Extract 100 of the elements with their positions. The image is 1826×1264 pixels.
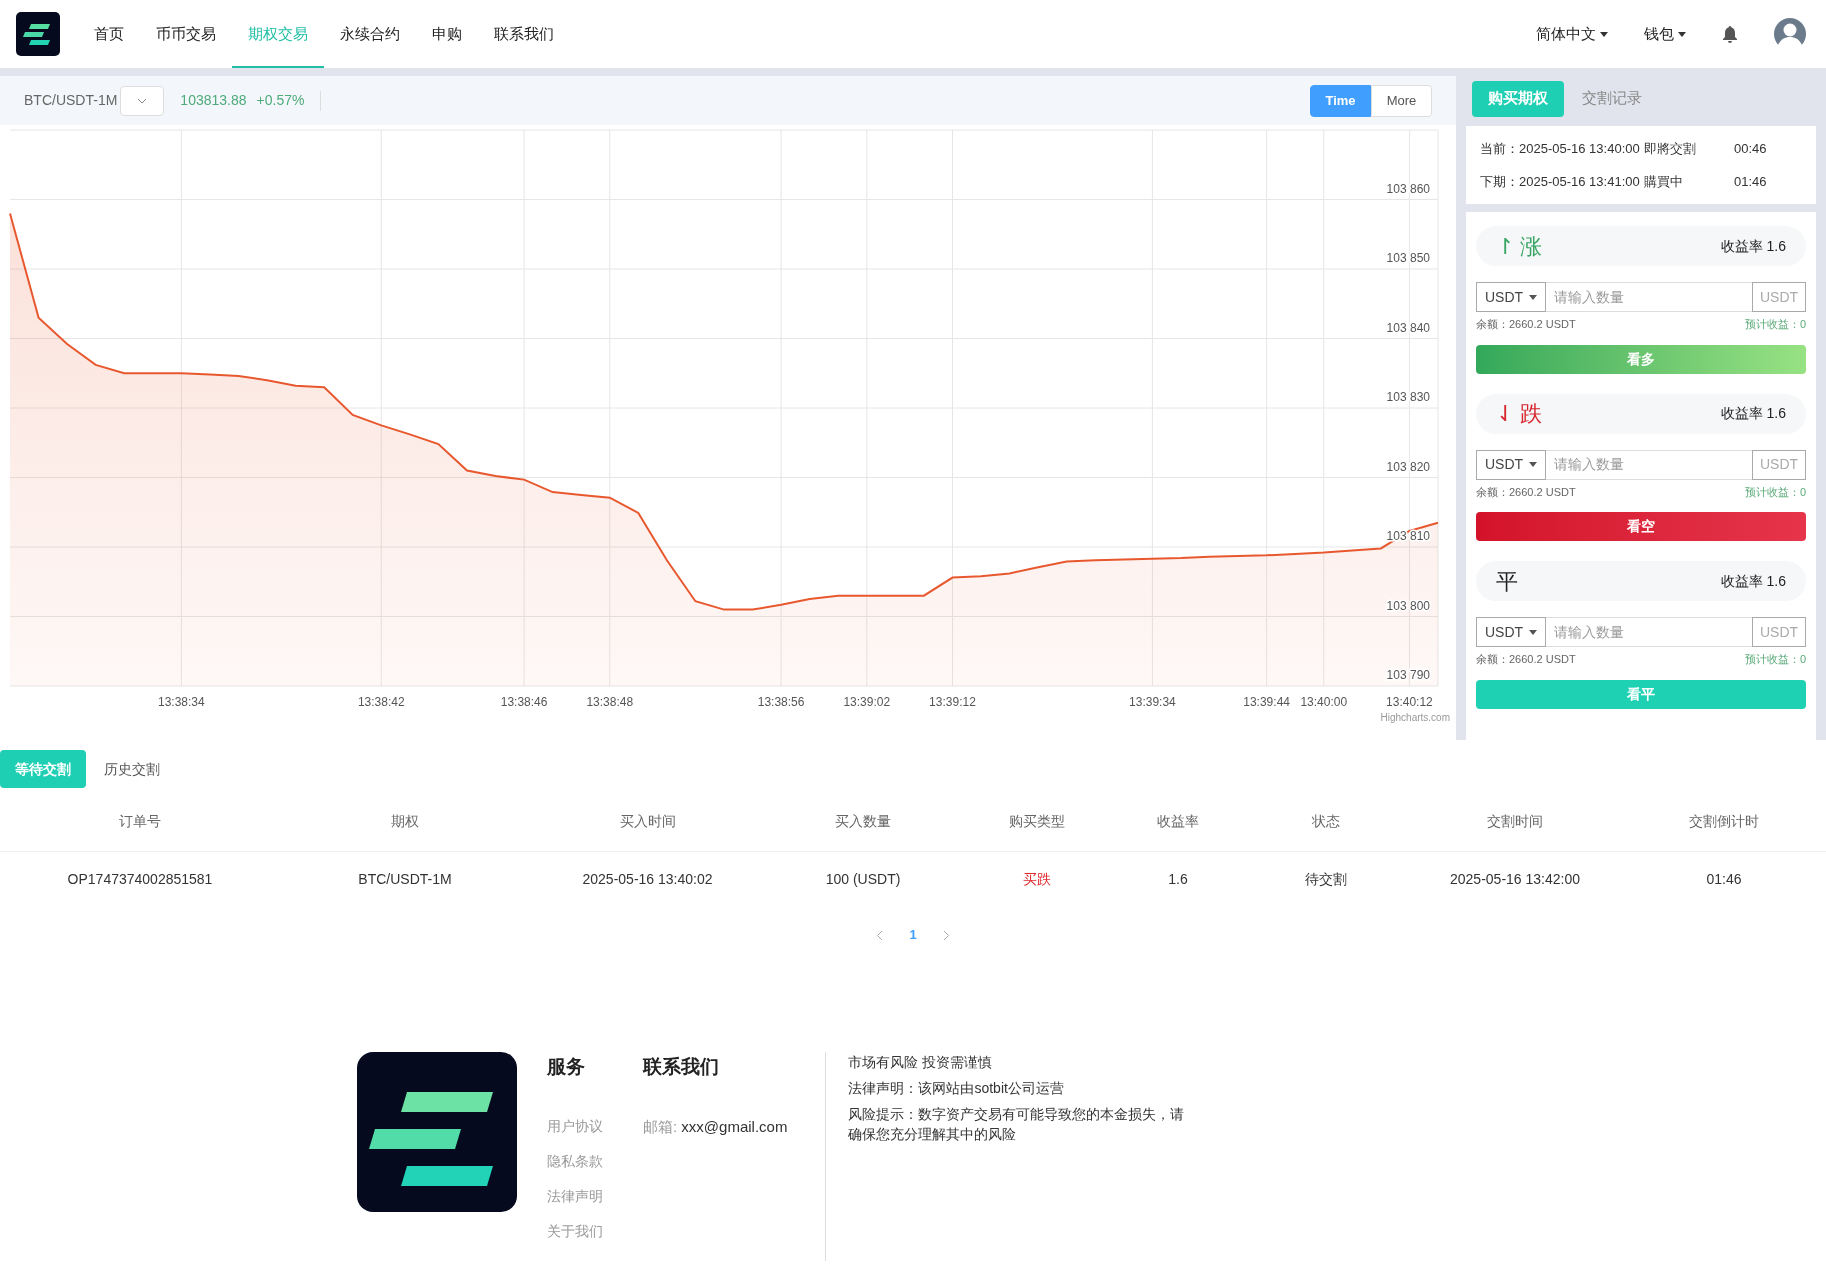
column-header: 交割时间 [1486, 812, 1544, 831]
table-cell-text: 100 (USDT) [824, 869, 902, 889]
change-label: +0.57% [256, 91, 305, 110]
chevron-right-icon[interactable] [942, 929, 950, 941]
nav-link[interactable]: 联系我们 [492, 0, 556, 68]
unit-label: USDT [1752, 282, 1806, 312]
table-cell-text: 2025-05-16 13:40:02 [581, 869, 714, 889]
column-header: 订单号 [118, 812, 162, 831]
balance-text: 余额：2660.2 USDT [1476, 652, 1576, 667]
option-title: 平 [1496, 567, 1518, 596]
currency-dropdown[interactable]: USDT [1476, 282, 1546, 312]
column-header: 期权 [390, 812, 420, 831]
period-status: 購買中 [1644, 172, 1684, 191]
yield-text: 收益率 1.6 [1720, 236, 1786, 256]
balance-text: 余额：2660.2 USDT [1476, 484, 1576, 500]
chevron-down-icon [137, 97, 148, 104]
caret-icon [1678, 31, 1686, 37]
logo-icon[interactable] [16, 12, 60, 56]
yield-text: 收益率 1.6 [1720, 571, 1786, 591]
option-title: 跌 [1520, 400, 1542, 428]
axis-label: 13:38:42 [357, 695, 405, 709]
axis-label: 13:38:48 [586, 695, 634, 709]
unit-label: USDT [1752, 617, 1806, 647]
range-button[interactable]: More [1371, 84, 1432, 117]
axis-label: 13:39:12 [929, 695, 976, 709]
nav-link[interactable]: 永续合约 [338, 0, 402, 68]
countdown-text: 01:46 [1734, 172, 1767, 191]
arrow-glyph: ⇃ [1496, 400, 1514, 428]
symbol-label: BTC/USDT-1M [24, 91, 118, 110]
bell-icon[interactable] [1722, 25, 1738, 43]
avatar-icon[interactable] [1774, 18, 1806, 50]
column-header: 交割倒计时 [1688, 812, 1760, 831]
axis-label: 103 830 [1386, 390, 1430, 404]
axis-label: 103 860 [1386, 181, 1430, 196]
price-label: 103813.88 [180, 91, 247, 110]
axis-label: 13:39:34 [1129, 695, 1176, 709]
action-button[interactable]: 看空 [1476, 512, 1806, 541]
amount-field[interactable]: 请输入数量 [1546, 449, 1752, 480]
axis-label: 13:39:44 [1243, 695, 1290, 709]
table-cell-text: 2025-05-16 13:42:00 [1449, 869, 1581, 889]
panel-tab[interactable]: 交割记录 [1580, 80, 1644, 117]
section-heading: 联系我们 [643, 1055, 720, 1079]
nav-link[interactable]: 申购 [430, 0, 464, 68]
caret-icon [1600, 31, 1608, 37]
column-header: 收益率 [1156, 812, 1200, 831]
estimate-text: 预计收益：0 [1744, 484, 1806, 500]
amount-field[interactable]: 请输入数量 [1546, 282, 1752, 312]
table-cell-text: OP1747374002851581 [66, 869, 214, 889]
caret-icon [1529, 462, 1538, 467]
range-button[interactable]: Time [1310, 84, 1371, 117]
notice-text: 法律声明：该网站由sotbit公司运营 [848, 1079, 1065, 1098]
email-text: 邮箱: xxx@gmail.com [643, 1116, 788, 1137]
notice-text: 市场有风险 投资需谨慎 [848, 1053, 994, 1072]
balance-text: 余额：2660.2 USDT [1476, 317, 1576, 332]
axis-label: 13:38:46 [500, 695, 548, 709]
axis-label: 103 800 [1386, 598, 1430, 613]
period-status: 即將交割 [1644, 139, 1697, 158]
table-cell-text: BTC/USDT-1M [357, 869, 453, 889]
period-label: 下期：2025-05-16 13:41:00 [1479, 172, 1641, 191]
axis-label: 103 850 [1386, 251, 1430, 265]
countdown-text: 00:46 [1734, 139, 1767, 158]
period-label: 当前：2025-05-16 13:40:00 [1479, 139, 1641, 158]
chevron-left-icon[interactable] [876, 929, 884, 941]
axis-label: 13:40:00 [1300, 695, 1348, 709]
column-header: 买入数量 [834, 812, 892, 831]
logo-icon [357, 1052, 517, 1212]
nav-link[interactable]: 币币交易 [154, 0, 218, 68]
section-heading: 服务 [547, 1055, 586, 1079]
currency-dropdown[interactable]: USDT [1476, 617, 1546, 647]
footer-link[interactable]: 关于我们 [547, 1220, 603, 1242]
table-cell-text: 01:46 [1705, 869, 1743, 889]
column-header: 状态 [1311, 812, 1341, 831]
axis-label: 13:38:56 [757, 695, 805, 709]
table-cell-text: 待交割 [1304, 869, 1348, 889]
notice-text: 风险提示：数字资产交易有可能导致您的本金损失，请确保您充分理解其中的风险 [848, 1105, 1186, 1144]
unit-label: USDT [1752, 449, 1806, 480]
language-dropdown[interactable]: 简体中文 [1536, 22, 1608, 46]
axis-label: 13:40:12 [1386, 695, 1433, 709]
option-title: 涨 [1520, 232, 1542, 261]
axis-label: 103 790 [1386, 668, 1430, 682]
footer-link[interactable]: 隐私条款 [547, 1150, 603, 1172]
page-number[interactable]: 1 [909, 925, 917, 945]
footer-link[interactable]: 用户协议 [547, 1115, 603, 1137]
order-tab[interactable]: 历史交割 [102, 750, 162, 788]
footer-link[interactable]: 法律声明 [547, 1185, 603, 1207]
estimate-text: 预计收益：0 [1744, 317, 1806, 332]
column-header: 买入时间 [618, 812, 677, 831]
yield-text: 收益率 1.6 [1720, 404, 1786, 423]
wallet-dropdown[interactable]: 钱包 [1644, 22, 1686, 46]
caret-icon [1529, 629, 1538, 635]
chart-credit[interactable]: Highcharts.com [1380, 712, 1450, 723]
currency-dropdown[interactable]: USDT [1476, 449, 1546, 480]
estimate-text: 预计收益：0 [1744, 652, 1806, 667]
amount-field[interactable]: 请输入数量 [1546, 617, 1752, 647]
nav-link[interactable]: 首页 [92, 0, 126, 68]
table-cell-text: 买跌 [1021, 869, 1052, 889]
axis-label: 13:38:34 [158, 695, 205, 709]
axis-label: 13:39:02 [843, 695, 891, 709]
arrow-glyph: ↾ [1496, 232, 1514, 261]
axis-label: 103 820 [1386, 459, 1430, 474]
